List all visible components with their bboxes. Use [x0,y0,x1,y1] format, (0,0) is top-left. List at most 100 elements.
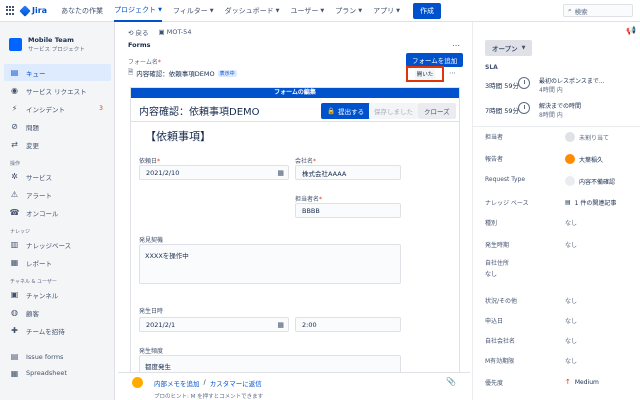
sla-heading: SLA [485,64,498,71]
chevron-down-icon: ▼ [209,7,214,14]
chevron-down-icon: ▼ [396,7,400,14]
detail-field[interactable]: 発生時期 なし [485,238,635,250]
add-form-button[interactable]: フォームを追加 [406,53,464,67]
breadcrumb: ⟲ 戻る ▣ MOT-54 [128,27,191,37]
add-internal-note-link[interactable]: 内部メモを追加 [154,378,200,388]
occurrence-date-field[interactable]: 2021/2/1 ▦ [139,317,289,332]
detail-field[interactable]: 自社会社名 なし [485,334,635,346]
discovery-trigger-label: 発見契機 [139,237,164,244]
form-editor: フォームの編集 内容確認：依頼事項DEMO 🔒 提出する 保存しました クローズ … [130,87,460,400]
project-avatar [9,38,22,51]
nav-people[interactable]: ユーザー ▼ [291,0,325,22]
saved-button[interactable]: 保存しました [369,103,418,119]
detail-field[interactable]: 状況/その他 なし [485,294,635,306]
close-button[interactable]: クローズ [418,103,456,119]
customers-icon: ◍ [11,308,18,317]
project-sidebar: Mobile Team サービス プロジェクト ▤ キュー ◉ サービス リクエスト… [0,22,115,400]
sidebar-item-reports[interactable]: ▦ レポート [4,254,111,271]
form-visibility-badge: 表示中 [217,69,237,77]
person-name-field[interactable]: BBBB [295,203,401,218]
sidebar-item-problems[interactable]: ⊘ 問題 [4,118,111,135]
form-editor-header: フォームの編集 [131,88,459,98]
sidebar-item-services[interactable]: ✲ サービス [4,168,111,185]
form-editor-title: 内容確認：依頼事項DEMO [139,107,260,118]
notification-megaphone-icon[interactable]: 📢 [626,26,636,35]
chevron-down-icon: ▼ [158,6,162,13]
search-input[interactable]: ⌕ 検索 [563,4,633,17]
change-icon: ⇄ [11,140,18,149]
detail-knowledge-base[interactable]: ナレッジ ベース ▤ 1 件の関連記事 [485,196,635,208]
frequency-label: 発生頻度 [139,348,164,355]
detail-request-type[interactable]: Request Type 内容不備確認 [485,174,635,186]
service-icon: ✲ [11,172,18,181]
nav-plans[interactable]: プラン ▼ [335,0,362,22]
create-button[interactable]: 作成 [412,2,441,19]
company-name-field[interactable]: 株式会社AAAA [295,165,401,180]
attachment-icon[interactable]: 📎 [446,377,456,386]
detail-field[interactable]: 申込日 なし [485,314,635,326]
reply-customer-link[interactable]: カスタマーに返信 [210,378,262,388]
alert-icon: ⚠ [10,190,19,199]
submit-button[interactable]: 🔒 提出する [321,103,371,119]
nav-apps[interactable]: アプリ ▼ [373,0,400,22]
sidebar-item-spreadsheet[interactable]: ▦ Spreadsheet [4,366,111,380]
detail-reporter[interactable]: 報告者 大葉稲久 [485,152,635,164]
sidebar-item-queues[interactable]: ▤ キュー [4,64,111,81]
project-type: サービス プロジェクト [28,47,85,53]
discovery-trigger-textarea[interactable]: XXXXを操作中 [139,244,401,284]
jira-logo[interactable]: Jira [19,4,47,17]
forms-more-icon[interactable]: ⋯ [452,41,460,50]
sla-first-response[interactable]: 3時間 59分 最初のレスポンスまで... 4時間 内 [485,75,635,97]
forms-icon: ▤ [10,352,19,361]
top-navigation: Jira あなたの作業 プロジェクト ▼ フィルター ▼ ダッシュボード ▼ ユーザー… [0,0,640,22]
request-date-field[interactable]: 2021/2/10 ▦ [139,165,289,180]
app-switcher-icon[interactable] [6,6,15,15]
detail-assignee[interactable]: 担当者 未割り当て [485,130,635,142]
detail-value-row[interactable]: なし [485,267,635,279]
sidebar-item-invite-team[interactable]: ✚ チームを招待 [4,322,111,339]
status-dropdown[interactable]: オープン ▼ [485,40,533,56]
issue-key-link[interactable]: ▣ MOT-54 [159,28,192,36]
detail-priority[interactable]: 優先度 ↑ Medium [485,376,635,388]
sidebar-item-issue-forms[interactable]: ▤ Issue forms [4,348,111,365]
sidebar-item-customers[interactable]: ◍ 顧客 [4,304,111,321]
required-marker: * [157,59,161,66]
chevron-down-icon: ▼ [275,7,280,14]
sidebar-item-changes[interactable]: ⇄ 変更 [4,136,111,153]
chevron-down-icon: ▼ [320,7,325,14]
sidebar-item-incidents[interactable]: ⚡ インシデント 3 [4,100,111,117]
sla-goal: 4時間 内 [539,87,563,94]
form-open-button[interactable]: 開いた [406,66,444,82]
avatar [132,377,143,388]
clock-icon [518,77,530,89]
required-marker: * [319,196,323,203]
calendar-icon[interactable]: ▦ [277,321,284,329]
sidebar-item-alerts[interactable]: ⚠ アラート [4,186,111,203]
person-name-label: 担当者名* [295,196,323,203]
search-icon: ⌕ [568,6,572,14]
detail-field[interactable]: 種別 なし [485,216,635,228]
divider [131,121,459,122]
sidebar-item-knowledge-base[interactable]: ▥ ナレッジベース [4,236,111,253]
sidebar-item-on-call[interactable]: ☎ オンコール [4,204,111,221]
forms-heading: Forms [128,41,151,49]
lock-icon: 🔒 [327,107,336,115]
occurrence-time-field[interactable]: 2:00 [295,317,401,332]
request-heading: 【依頼事項】 [145,130,211,143]
form-row-more-icon[interactable]: ⋯ [449,69,456,77]
jira-mark-icon [19,4,31,17]
back-arrow-icon: ⟲ [128,29,136,37]
back-link[interactable]: ⟲ 戻る [128,27,149,37]
project-header[interactable]: Mobile Team サービス プロジェクト [0,22,114,53]
sidebar-item-channels[interactable]: ▣ チャンネル [4,286,111,303]
calendar-icon[interactable]: ▦ [277,169,284,177]
required-marker: * [157,158,161,165]
sidebar-item-service-requests[interactable]: ◉ サービス リクエスト [4,82,111,99]
request-type-icon [565,176,575,186]
detail-field[interactable]: M有効期限 なし [485,354,635,366]
nav-projects[interactable]: プロジェクト ▼ [114,0,162,22]
nav-filters[interactable]: フィルター ▼ [173,0,214,22]
nav-your-work[interactable]: あなたの作業 [61,0,103,22]
nav-dashboards[interactable]: ダッシュボード ▼ [225,0,280,22]
sla-time-to-resolution[interactable]: 7時間 59分 解決までの時間 8時間 内 [485,100,635,122]
